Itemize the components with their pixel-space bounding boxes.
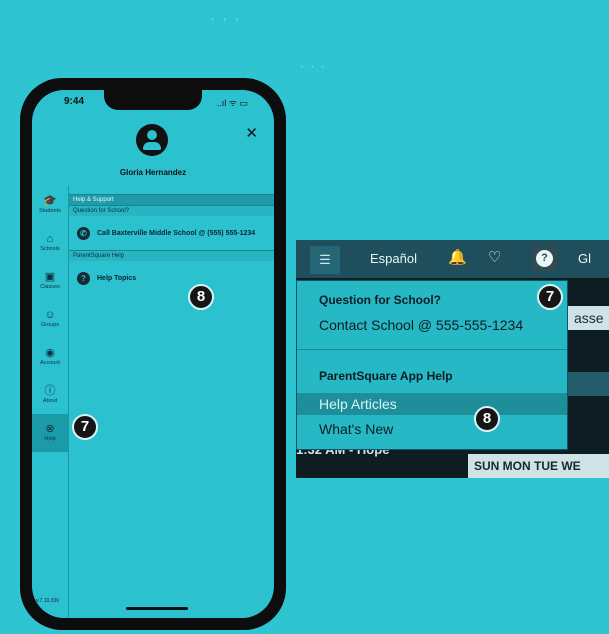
background-tab-fragment: asse [568,306,609,330]
sidebar-item-schools[interactable]: ⌂ Schools [32,224,68,262]
background-block [568,372,609,396]
section-header: Help & Support [69,194,274,205]
help-panel: Help & Support Question for School? ✆ Ca… [69,194,274,618]
web-app-panel: ☰ Español 🔔 ♡ ? Gl asse 1:32 AM - Hope S… [296,240,609,478]
avatar [136,124,168,156]
contact-school-item[interactable]: Contact School @ 555-555-1234 [297,317,567,333]
sidebar-item-groups[interactable]: ☺ Groups [32,300,68,338]
sidebar-item-about[interactable]: ⓘ About [32,376,68,414]
sidebar-item-account[interactable]: ◉ Account [32,338,68,376]
sidebar-item-label: About [42,398,58,404]
sidebar-item-label: Classes [40,284,60,290]
home-indicator [126,607,188,610]
language-link[interactable]: Español [370,251,417,266]
sidebar-item-label: Account [40,360,60,366]
help-articles-item[interactable]: Help Articles [297,393,567,415]
callout-badge-8: 8 [474,406,500,432]
account-icon: ◉ [45,347,55,359]
call-school-link[interactable]: ✆ Call Baxterville Middle School @ (555)… [69,216,274,250]
sidebar-item-help[interactable]: ⊗ Help [32,414,68,452]
help-topics-text: Help Topics [97,274,137,282]
calendar-days-header: SUN MON TUE WE [468,454,609,478]
phone-icon: ✆ [77,227,90,240]
help-icon: ⊗ [45,423,55,435]
graduation-cap-icon: 🎓 [43,195,57,207]
top-navigation-bar: ☰ Español 🔔 ♡ ? Gl [296,240,609,278]
callout-badge-8: 8 [188,284,214,310]
user-name: Gloria Hernandez [119,168,187,177]
sidebar-item-label: Students [39,208,61,214]
question-mark-icon: ? [77,272,90,285]
whats-new-item[interactable]: What's New [297,421,567,437]
app-version: v.7.10.336 [36,598,59,604]
sidebar-item-classes[interactable]: ▣ Classes [32,262,68,300]
heart-icon[interactable]: ♡ [488,248,501,266]
status-time: 9:44 [64,96,85,107]
sidebar: 🎓 Students ⌂ Schools ▣ Classes ☺ Groups ◉ Acc… [32,186,69,618]
callout-badge-7: 7 [537,284,563,310]
sidebar-item-label: Help [44,436,56,442]
filter-sliders-icon[interactable]: ☰ [310,246,340,274]
sidebar-item-label: Groups [40,322,60,328]
info-icon: ⓘ [44,385,56,397]
close-icon[interactable]: ✕ [245,124,258,142]
help-dropdown-menu: Question for School? Contact School @ 55… [296,280,568,450]
bell-icon[interactable]: 🔔 [448,248,467,266]
truncated-nav-text: Gl [578,251,591,266]
help-button[interactable]: ? [532,246,557,271]
app-help-heading: ParentSquare App Help [319,369,453,383]
phone-notch [104,90,202,110]
school-icon: ⌂ [46,233,54,245]
phone-frame: 9:44 ..ıl ᯤ ▭ ✕ Gloria Hernandez 🎓 Studen… [20,78,286,630]
question-header: Question for School? [69,205,274,216]
classroom-icon: ▣ [44,271,56,283]
sidebar-item-students[interactable]: 🎓 Students [32,186,68,224]
app-help-header: ParentSquare Help [69,250,274,261]
question-mark-icon: ? [536,250,553,267]
call-school-text: Call Baxterville Middle School @ (555) 5… [97,229,256,237]
faded-background-text: · · · [210,10,241,29]
menu-divider [297,349,567,350]
status-icons: ..ıl ᯤ ▭ [216,98,248,108]
callout-badge-7: 7 [72,414,98,440]
help-topics-link[interactable]: ? Help Topics [69,261,274,295]
faded-background-text: · · · [300,60,326,75]
sidebar-item-label: Schools [40,246,60,252]
question-heading: Question for School? [319,293,441,307]
people-icon: ☺ [44,309,56,321]
phone-screen: 9:44 ..ıl ᯤ ▭ ✕ Gloria Hernandez 🎓 Studen… [32,90,274,618]
